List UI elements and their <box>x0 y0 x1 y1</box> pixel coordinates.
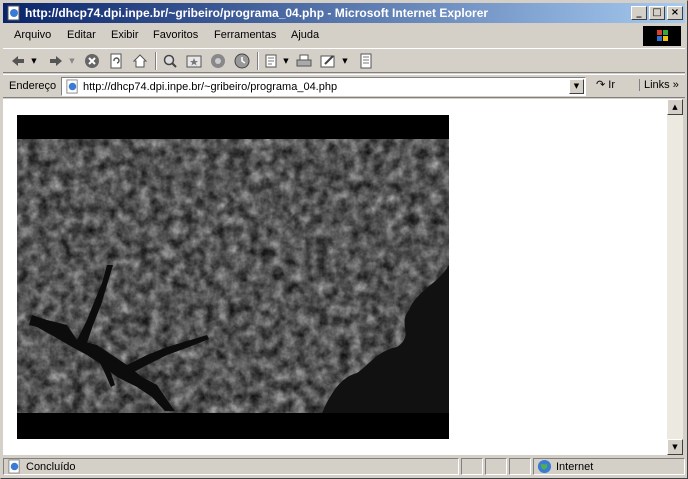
menu-bar: Arquivo Editar Exibir Favoritos Ferramen… <box>3 25 685 46</box>
edit-icon[interactable] <box>319 52 337 70</box>
menu-ajuda[interactable]: Ajuda <box>291 29 319 41</box>
menu-favoritos[interactable]: Favoritos <box>153 29 198 41</box>
favorites-icon[interactable] <box>185 52 203 70</box>
search-icon[interactable] <box>161 52 179 70</box>
vertical-scrollbar[interactable]: ▲ ▼ <box>667 99 683 455</box>
address-label: Endereço <box>9 80 57 92</box>
mail-dropdown-icon[interactable]: ▼ <box>282 52 290 70</box>
print-icon[interactable] <box>295 52 313 70</box>
status-zone-panel: Internet <box>533 458 685 475</box>
edit-dropdown-icon[interactable]: ▼ <box>341 52 349 70</box>
stop-icon[interactable] <box>83 52 101 70</box>
minimize-button[interactable]: _ <box>631 6 647 20</box>
mail-icon[interactable] <box>263 52 281 70</box>
windows-logo-icon <box>643 26 681 46</box>
go-label: Ir <box>608 79 616 91</box>
links-button[interactable]: Links » <box>639 79 679 91</box>
menu-editar[interactable]: Editar <box>67 29 96 41</box>
status-bar: Concluído Internet <box>3 457 685 477</box>
media-icon[interactable] <box>209 52 227 70</box>
back-dropdown-icon[interactable]: ▼ <box>30 52 38 70</box>
menu-exibir[interactable]: Exibir <box>111 29 139 41</box>
ie-page-icon <box>7 5 20 21</box>
toolbar-separator <box>155 52 157 70</box>
scroll-up-icon[interactable]: ▲ <box>667 99 683 115</box>
go-button[interactable]: ↷ Ir <box>596 78 615 91</box>
scroll-down-icon[interactable]: ▼ <box>667 439 683 455</box>
discuss-icon[interactable] <box>357 52 375 70</box>
globe-icon <box>537 459 552 474</box>
address-input[interactable]: http://dhcp74.dpi.inpe.br/~gribeiro/prog… <box>61 77 586 96</box>
title-bar: http://dhcp74.dpi.inpe.br/~gribeiro/prog… <box>3 3 685 23</box>
zone-text: Internet <box>556 461 594 473</box>
ie-page-icon <box>66 79 78 94</box>
forward-icon[interactable] <box>47 52 65 70</box>
close-button[interactable]: × <box>667 6 683 20</box>
refresh-icon[interactable] <box>107 52 125 70</box>
satellite-image <box>17 115 449 439</box>
back-icon[interactable] <box>9 52 27 70</box>
page-done-icon <box>8 459 20 474</box>
address-bar: Endereço http://dhcp74.dpi.inpe.br/~grib… <box>3 74 685 98</box>
browser-window: http://dhcp74.dpi.inpe.br/~gribeiro/prog… <box>0 0 688 479</box>
status-panel <box>509 458 531 475</box>
history-icon[interactable] <box>233 52 251 70</box>
forward-dropdown-icon[interactable]: ▼ <box>68 52 76 70</box>
status-panel-main: Concluído <box>3 458 459 475</box>
window-title: http://dhcp74.dpi.inpe.br/~gribeiro/prog… <box>25 6 489 20</box>
status-panel <box>485 458 507 475</box>
address-url: http://dhcp74.dpi.inpe.br/~gribeiro/prog… <box>83 81 338 93</box>
menu-arquivo[interactable]: Arquivo <box>14 29 51 41</box>
status-text: Concluído <box>26 461 76 473</box>
page-content <box>3 99 667 455</box>
toolbar-separator <box>257 52 259 70</box>
address-dropdown-icon[interactable]: ▼ <box>569 79 584 94</box>
status-panel <box>461 458 483 475</box>
maximize-button[interactable]: □ <box>649 6 665 20</box>
home-icon[interactable] <box>131 52 149 70</box>
standard-toolbar: ▼ ▼ ▼ ▼ <box>3 48 685 73</box>
go-arrow-icon: ↷ <box>596 79 606 91</box>
menu-ferramentas[interactable]: Ferramentas <box>214 29 276 41</box>
